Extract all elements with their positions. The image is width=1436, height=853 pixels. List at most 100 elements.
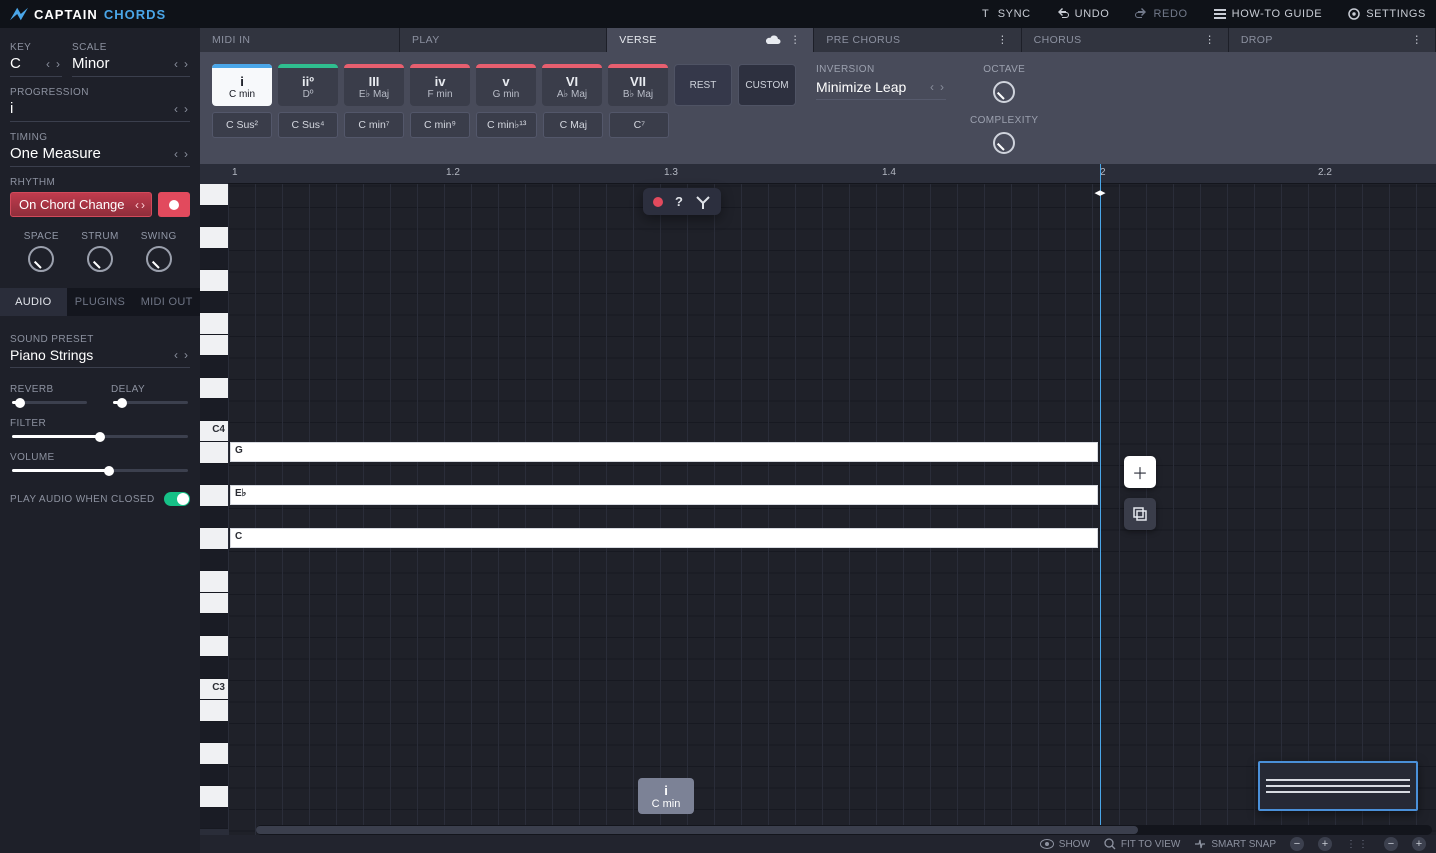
region-label[interactable]: i C min [638,778,694,814]
key-select[interactable]: C ‹› [10,53,62,77]
volume-slider[interactable] [12,469,188,472]
sync-button[interactable]: T SYNC [980,8,1031,20]
piano-key[interactable] [200,593,228,615]
playhead-handle-icon[interactable]: ◂▸ [1094,186,1105,199]
fit-to-view-button[interactable]: FIT TO VIEW [1104,838,1180,850]
duplicate-button[interactable] [1124,498,1156,530]
alt-chord-7[interactable]: C⁷ [609,112,669,138]
progression-select[interactable]: i ‹› [10,98,190,122]
show-button[interactable]: SHOW [1040,839,1090,850]
chord-1[interactable]: i C min [212,64,272,106]
space-knob[interactable] [28,246,54,272]
reverb-slider[interactable] [12,401,87,404]
tab-midi-out[interactable]: MIDI OUT [133,288,200,316]
piano-key[interactable]: C3 [200,679,228,701]
inversion-next-icon[interactable]: › [938,80,946,94]
cloud-icon[interactable] [766,34,782,46]
tab-prechorus-menu-icon[interactable]: ⋮ [997,34,1009,46]
piano-key[interactable] [200,786,228,808]
piano-key[interactable] [200,657,228,679]
inversion-select[interactable]: Minimize Leap ‹› [816,79,946,100]
v-zoom-out-button[interactable]: − [1384,837,1398,851]
piano-key[interactable] [200,808,228,830]
key-prev-icon[interactable]: ‹ [44,57,52,71]
tab-play[interactable]: PLAY [400,28,607,52]
rhythm-select[interactable]: On Chord Change ‹› [10,192,152,217]
tab-verse[interactable]: VERSE ⋮ [607,28,814,52]
inversion-prev-icon[interactable]: ‹ [928,80,936,94]
piano-key[interactable] [200,313,228,335]
tab-prechorus[interactable]: PRE CHORUS⋮ [814,28,1021,52]
preset-next-icon[interactable]: › [182,348,190,362]
piano-key[interactable] [200,249,228,271]
tab-plugins[interactable]: PLUGINS [67,288,134,316]
key-next-icon[interactable]: › [54,57,62,71]
scale-next-icon[interactable]: › [182,57,190,71]
howto-button[interactable]: HOW-TO GUIDE [1214,8,1323,20]
piano-key[interactable] [200,227,228,249]
note-c[interactable]: C [230,528,1098,548]
timing-next-icon[interactable]: › [182,147,190,161]
alt-chord-2[interactable]: C Sus⁴ [278,112,338,138]
alt-chord-5[interactable]: C min♭¹³ [476,112,537,138]
piano-key[interactable] [200,743,228,765]
chord-6[interactable]: VI A♭ Maj [542,64,602,106]
popup-record-icon[interactable] [653,197,663,207]
h-zoom-in-button[interactable]: + [1318,837,1332,851]
redo-button[interactable]: REDO [1135,8,1187,20]
popup-split-icon[interactable] [695,195,711,209]
popup-help-icon[interactable]: ? [675,194,683,209]
piano-key[interactable] [200,292,228,314]
tab-drop-menu-icon[interactable]: ⋮ [1412,34,1424,46]
piano-key[interactable]: C4 [200,421,228,443]
swing-knob[interactable] [146,246,172,272]
piano-key[interactable] [200,378,228,400]
timing-prev-icon[interactable]: ‹ [172,147,180,161]
tab-audio[interactable]: AUDIO [0,288,67,316]
undo-button[interactable]: UNDO [1057,8,1110,20]
piano-key[interactable] [200,356,228,378]
tab-drop[interactable]: DROP⋮ [1229,28,1436,52]
filter-slider[interactable] [12,435,188,438]
complexity-knob[interactable] [993,132,1015,154]
chord-7[interactable]: VII B♭ Maj [608,64,668,106]
note-eb[interactable]: E♭ [230,485,1098,505]
piano-key[interactable] [200,485,228,507]
timing-select[interactable]: One Measure ‹› [10,143,190,167]
h-zoom-out-button[interactable]: − [1290,837,1304,851]
rhythm-prev-icon[interactable]: ‹ [135,198,139,212]
tab-chorus[interactable]: CHORUS⋮ [1022,28,1229,52]
tab-chorus-menu-icon[interactable]: ⋮ [1204,34,1216,46]
piano-key[interactable] [200,528,228,550]
tab-verse-menu-icon[interactable]: ⋮ [790,34,802,46]
piano-key[interactable] [200,399,228,421]
piano-key[interactable] [200,700,228,722]
play-closed-toggle[interactable] [164,492,190,506]
rhythm-record-button[interactable] [158,192,190,217]
piano-key[interactable] [200,464,228,486]
scale-prev-icon[interactable]: ‹ [172,57,180,71]
piano-key[interactable] [200,184,228,206]
scale-select[interactable]: Minor ‹› [72,53,190,77]
tab-midi-in[interactable]: MIDI IN [200,28,400,52]
prog-prev-icon[interactable]: ‹ [172,102,180,116]
alt-chord-4[interactable]: C min⁹ [410,112,470,138]
prog-next-icon[interactable]: › [182,102,190,116]
octave-knob[interactable] [993,81,1015,103]
piano-key[interactable] [200,206,228,228]
piano-key[interactable] [200,614,228,636]
settings-button[interactable]: SETTINGS [1348,8,1426,20]
add-note-button[interactable]: ＋ [1124,456,1156,488]
piano-key[interactable] [200,507,228,529]
note-g[interactable]: G [230,442,1098,462]
piano-key[interactable] [200,636,228,658]
strum-knob[interactable] [87,246,113,272]
chord-5[interactable]: v G min [476,64,536,106]
piano-key[interactable] [200,550,228,572]
chord-4[interactable]: iv F min [410,64,470,106]
piano-key[interactable] [200,335,228,357]
playhead[interactable]: ◂▸ [1100,164,1101,835]
horizontal-scrollbar[interactable] [256,825,1432,835]
smart-snap-button[interactable]: SMART SNAP [1194,839,1276,850]
chord-2[interactable]: iiº Dº [278,64,338,106]
